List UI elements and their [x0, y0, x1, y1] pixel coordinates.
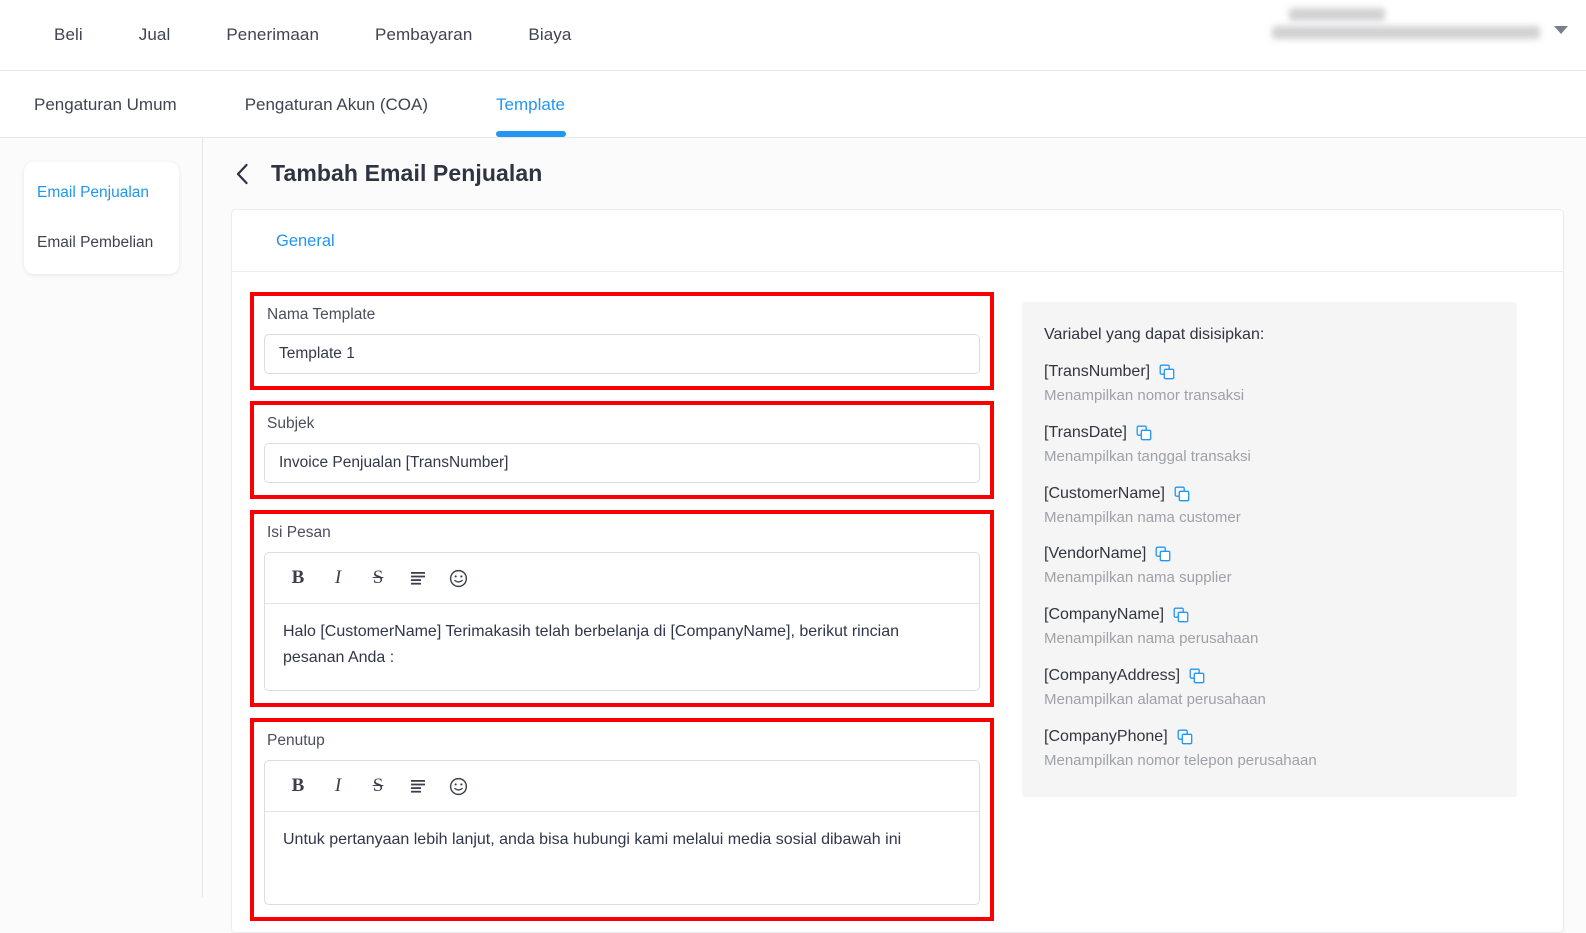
isi-pesan-text[interactable]: Halo [CustomerName] Terimakasih telah be…	[265, 604, 979, 690]
sidebar-item-email-pembelian[interactable]: Email Pembelian	[24, 218, 179, 268]
user-name-redacted	[1289, 8, 1385, 21]
variable-item: [CustomerName] Menampilkan nama customer	[1044, 485, 1495, 529]
variable-name: [CompanyAddress]	[1044, 666, 1181, 684]
label-subjek: Subjek	[267, 415, 315, 432]
copy-icon[interactable]	[1173, 607, 1189, 623]
nav-item-penerimaan[interactable]: Penerimaan	[198, 17, 347, 53]
highlight-isi-pesan: Isi Pesan B I S Halo [CustomerName] Teri…	[250, 510, 994, 707]
variables-column: Variabel yang dapat disisipkan: [TransNu…	[994, 292, 1563, 932]
page-header: Tambah Email Penjualan	[231, 160, 1564, 187]
variable-item: [CompanyName] Menampilkan nama perusahaa…	[1044, 606, 1495, 650]
form-column: Nama Template Subjek Isi Pesan B	[232, 292, 994, 932]
back-arrow-icon[interactable]	[231, 163, 253, 185]
tab-template[interactable]: Template	[462, 95, 599, 137]
primary-navigation: Beli Jual Penerimaan Pembayaran Biaya	[0, 17, 599, 53]
form-card-body: Nama Template Subjek Isi Pesan B	[232, 272, 1563, 932]
variable-name: [TransDate]	[1044, 423, 1127, 441]
settings-tab-bar: Pengaturan Umum Pengaturan Akun (COA) Te…	[0, 71, 1586, 138]
emoji-icon[interactable]	[443, 772, 473, 800]
variable-name: [CompanyPhone]	[1044, 727, 1168, 745]
highlight-penutup: Penutup B I S Untuk pertanyaan lebih lan…	[250, 718, 994, 921]
tab-pengaturan-umum[interactable]: Pengaturan Umum	[26, 95, 211, 137]
template-sidebar: Email Penjualan Email Pembelian	[0, 138, 203, 897]
label-nama-template: Nama Template	[267, 306, 376, 323]
variable-description: Menampilkan tanggal transaksi	[1044, 447, 1251, 465]
variable-description: Menampilkan nama customer	[1044, 508, 1241, 526]
user-identity-text	[1272, 8, 1540, 39]
isi-pesan-toolbar: B I S	[265, 553, 979, 604]
bold-icon[interactable]: B	[283, 564, 313, 592]
nav-item-biaya[interactable]: Biaya	[500, 17, 599, 53]
page-shell: Email Penjualan Email Pembelian Tambah E…	[0, 138, 1586, 933]
copy-icon[interactable]	[1189, 668, 1205, 684]
variables-panel: Variabel yang dapat disisipkan: [TransNu…	[1022, 302, 1517, 798]
penutup-text[interactable]: Untuk pertanyaan lebih lanjut, anda bisa…	[265, 812, 979, 904]
penutup-editor: B I S Untuk pertanyaan lebih lanjut, and…	[264, 760, 980, 905]
copy-icon[interactable]	[1177, 729, 1193, 745]
variable-item: [VendorName] Menampilkan nama supplier	[1044, 545, 1495, 589]
variable-item: [CompanyPhone] Menampilkan nomor telepon…	[1044, 728, 1495, 772]
main-content: Tambah Email Penjualan General Nama Temp…	[203, 138, 1586, 933]
align-list-icon[interactable]	[403, 564, 433, 592]
highlight-nama-template: Nama Template	[250, 292, 994, 390]
nav-item-jual[interactable]: Jual	[111, 17, 199, 53]
label-penutup: Penutup	[267, 732, 325, 749]
nav-item-beli[interactable]: Beli	[26, 17, 111, 53]
variable-name: [CustomerName]	[1044, 484, 1165, 502]
strikethrough-icon[interactable]: S	[363, 772, 393, 800]
variable-description: Menampilkan nomor transaksi	[1044, 387, 1245, 404]
copy-icon[interactable]	[1155, 546, 1171, 562]
variable-item: [TransNumber] Menampilkan nomor transaks…	[1044, 363, 1495, 407]
variable-item: [TransDate] Menampilkan tanggal transaks…	[1044, 424, 1495, 468]
sidebar-card: Email Penjualan Email Pembelian	[24, 162, 179, 274]
emoji-icon[interactable]	[443, 564, 473, 592]
user-email-redacted	[1272, 26, 1540, 39]
variable-description: Menampilkan nama perusahaan	[1044, 630, 1259, 647]
variable-item: [CompanyAddress] Menampilkan alamat peru…	[1044, 667, 1495, 711]
nav-item-pembayaran[interactable]: Pembayaran	[347, 17, 500, 53]
variable-name: [CompanyName]	[1044, 606, 1165, 623]
card-tab-general[interactable]: General	[276, 232, 335, 251]
variable-description: Menampilkan nomor telepon perusahaan	[1044, 751, 1317, 769]
copy-icon[interactable]	[1159, 364, 1175, 380]
highlight-subjek: Subjek	[250, 401, 994, 499]
variable-name: [TransNumber]	[1044, 363, 1151, 380]
variable-name: [VendorName]	[1044, 545, 1147, 563]
isi-pesan-editor: B I S Halo [CustomerName] Terimakasih te…	[264, 552, 980, 691]
sidebar-item-email-penjualan[interactable]: Email Penjualan	[24, 168, 179, 218]
tab-pengaturan-akun-coa[interactable]: Pengaturan Akun (COA)	[211, 95, 462, 137]
chevron-down-icon[interactable]	[1554, 25, 1568, 34]
variable-description: Menampilkan nama supplier	[1044, 569, 1232, 587]
user-account-menu[interactable]	[1272, 8, 1568, 39]
label-isi-pesan: Isi Pesan	[267, 524, 331, 541]
copy-icon[interactable]	[1136, 425, 1152, 441]
variable-description: Menampilkan alamat perusahaan	[1044, 690, 1266, 708]
form-card: General Nama Template Subjek	[231, 209, 1564, 933]
top-header-bar: Beli Jual Penerimaan Pembayaran Biaya	[0, 0, 1586, 71]
form-card-header: General	[232, 210, 1563, 272]
penutup-toolbar: B I S	[265, 761, 979, 812]
strikethrough-icon[interactable]: S	[363, 564, 393, 592]
subjek-input[interactable]	[264, 443, 980, 483]
italic-icon[interactable]: I	[323, 772, 353, 800]
nama-template-input[interactable]	[264, 334, 980, 374]
copy-icon[interactable]	[1174, 486, 1190, 502]
align-list-icon[interactable]	[403, 772, 433, 800]
bold-icon[interactable]: B	[283, 772, 313, 800]
italic-icon[interactable]: I	[323, 564, 353, 592]
variables-title: Variabel yang dapat disisipkan:	[1044, 326, 1265, 343]
page-title: Tambah Email Penjualan	[271, 160, 543, 186]
